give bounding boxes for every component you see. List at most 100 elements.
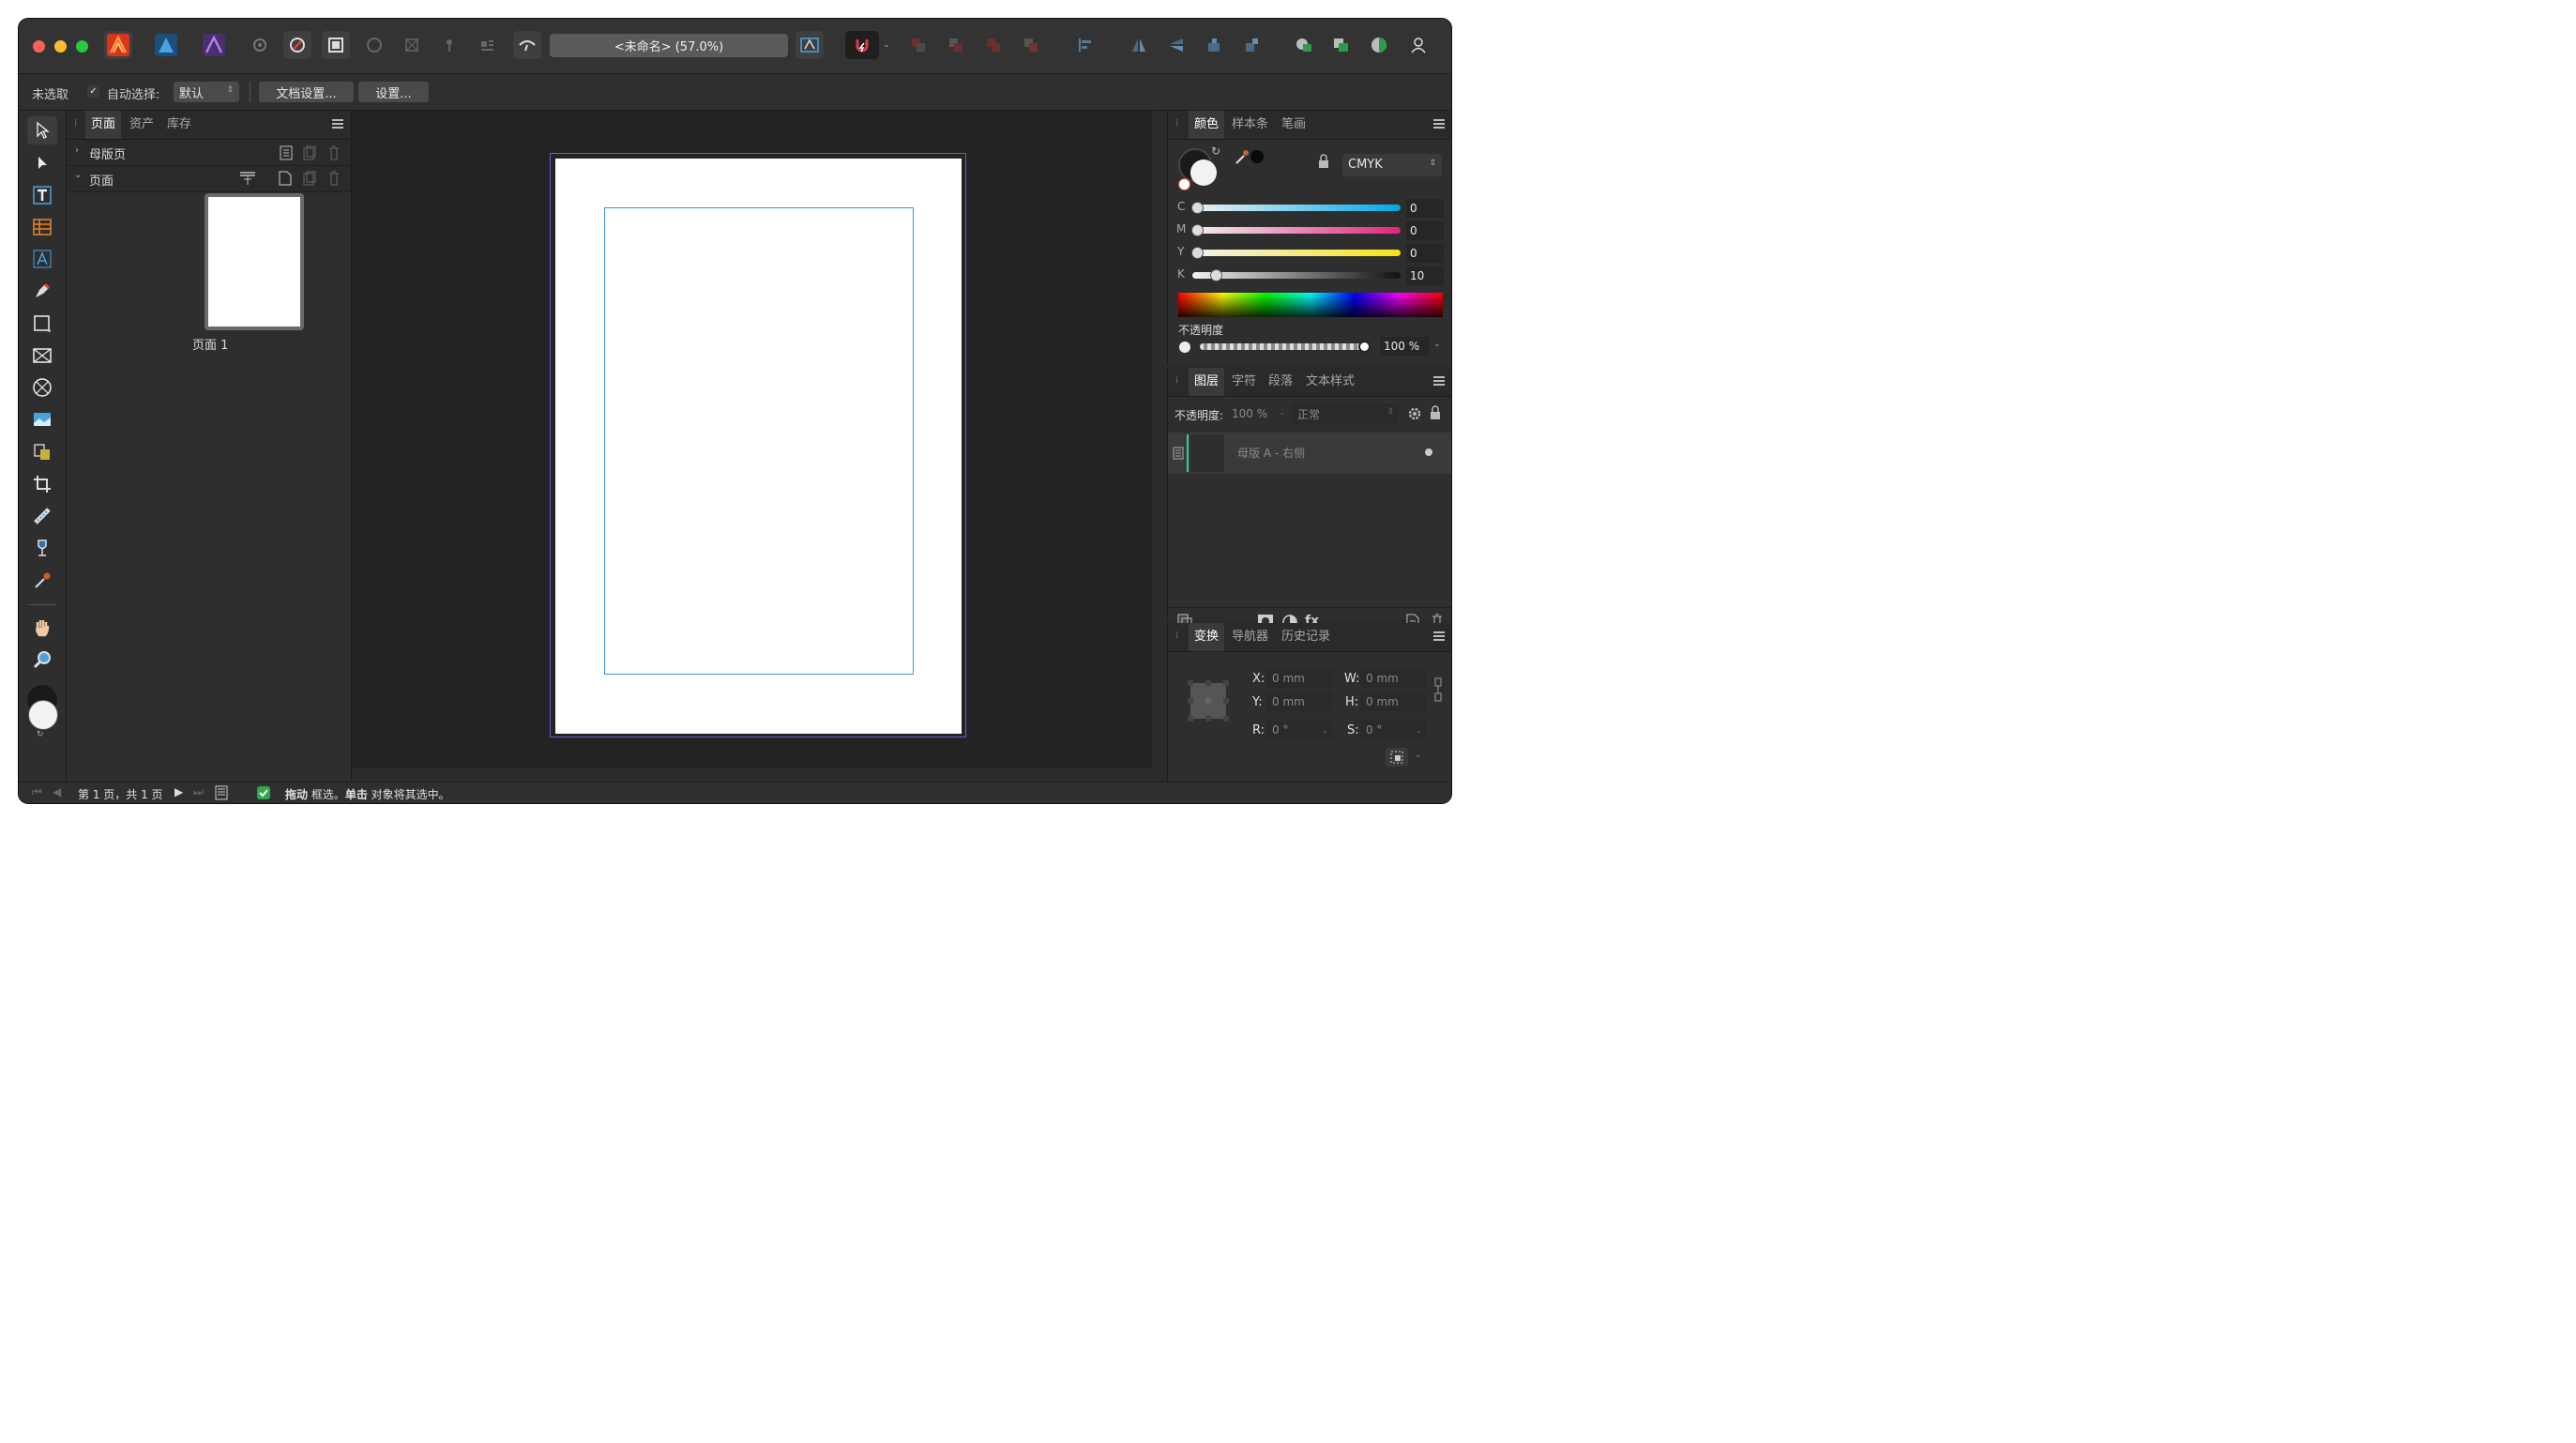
picked-color-swatch[interactable] — [1250, 150, 1264, 163]
order-forward-icon[interactable] — [979, 31, 1008, 59]
layer-opacity-value[interactable]: 100 % — [1232, 407, 1267, 420]
magenta-value[interactable]: 0 — [1406, 221, 1444, 240]
zoom-tool-icon[interactable] — [27, 646, 57, 674]
flip-horizontal-icon[interactable] — [1125, 31, 1153, 59]
snapping-magnet-icon[interactable] — [845, 31, 879, 59]
delete-page-icon[interactable] — [327, 171, 341, 186]
pages-section[interactable]: ⌄ 页面 — [67, 166, 351, 192]
order-backward-icon[interactable] — [942, 31, 970, 59]
r-dropdown-icon[interactable]: ⌄ — [1321, 722, 1328, 740]
close-window-button[interactable] — [33, 40, 45, 53]
pen-tool-icon[interactable] — [27, 277, 57, 305]
node-tool-icon[interactable] — [27, 149, 57, 177]
minimize-window-button[interactable] — [54, 40, 67, 53]
photo-persona-icon[interactable] — [200, 31, 228, 59]
tab-paragraph[interactable]: 段落 — [1263, 368, 1298, 396]
panel-menu-icon[interactable] — [1433, 376, 1445, 386]
magenta-slider-handle[interactable] — [1191, 224, 1204, 236]
layer-row[interactable]: 母版 A - 右侧 — [1168, 433, 1451, 474]
r-field[interactable]: 0 ° ⌄ — [1266, 721, 1332, 739]
panel-menu-icon[interactable] — [1433, 119, 1445, 129]
x-field[interactable]: 0 mm — [1266, 669, 1332, 688]
document-setup-button[interactable]: 文档设置... — [259, 82, 354, 102]
duplicate-master-icon[interactable] — [303, 145, 316, 160]
opacity-slider[interactable] — [1200, 343, 1365, 350]
color-spectrum[interactable] — [1178, 293, 1443, 317]
tab-text-styles[interactable]: 文本样式 — [1300, 368, 1360, 396]
rotate-left-icon[interactable] — [1200, 31, 1228, 59]
page-spread[interactable] — [555, 159, 962, 734]
tab-character[interactable]: 字符 — [1226, 368, 1262, 396]
zoom-window-button[interactable] — [76, 40, 88, 53]
tab-layers[interactable]: 图层 — [1189, 368, 1225, 396]
pin-icon[interactable] — [435, 31, 463, 59]
boolean-intersect-icon[interactable] — [1365, 31, 1393, 59]
yellow-slider-handle[interactable] — [1191, 247, 1204, 259]
tab-stroke[interactable]: 笔画 — [1276, 111, 1311, 139]
opacity-value[interactable]: 100 % — [1380, 337, 1429, 356]
color-model-select[interactable]: CMYK ⇕ — [1342, 154, 1442, 176]
yellow-slider[interactable] — [1192, 250, 1401, 256]
page-spread-icon[interactable] — [215, 785, 228, 800]
last-page-icon[interactable]: ⏭ — [193, 785, 204, 799]
anchor-point-selector[interactable] — [1187, 679, 1230, 722]
tab-history[interactable]: 历史记录 — [1276, 623, 1336, 651]
transform-origin-dropdown-icon[interactable]: ⌄ — [1415, 751, 1422, 760]
duplicate-page-icon[interactable] — [303, 171, 316, 186]
cyan-slider-handle[interactable] — [1191, 202, 1204, 214]
frame-text-tool-icon[interactable] — [27, 181, 57, 209]
document-canvas[interactable] — [352, 111, 1152, 767]
artistic-text-tool-icon[interactable] — [27, 245, 57, 273]
first-page-icon[interactable]: ⏮ — [32, 785, 42, 799]
boolean-add-icon[interactable] — [1290, 31, 1318, 59]
place-image-tool-icon[interactable] — [27, 405, 57, 433]
tab-swatches[interactable]: 样本条 — [1226, 111, 1274, 139]
add-page-icon[interactable] — [279, 171, 292, 186]
opacity-dropdown-icon[interactable]: ⌄ — [1279, 408, 1286, 418]
panel-menu-icon[interactable] — [1433, 631, 1445, 641]
view-mode-icon[interactable] — [322, 31, 350, 59]
order-front-icon[interactable] — [1017, 31, 1045, 59]
black-slider[interactable] — [1192, 272, 1401, 279]
gear-icon[interactable] — [246, 31, 274, 59]
opacity-dropdown-icon[interactable]: ⌄ — [1433, 340, 1441, 349]
swap-colors-icon[interactable]: ↻ — [37, 730, 44, 739]
snapping-dropdown-icon[interactable]: ⌄ — [880, 31, 893, 59]
ellipse-frame-tool-icon[interactable] — [27, 373, 57, 402]
settings-button[interactable]: 设置... — [358, 82, 429, 102]
fill-swatch[interactable] — [1190, 159, 1217, 186]
designer-persona-icon[interactable] — [152, 31, 180, 59]
tab-transform[interactable]: 变换 — [1189, 623, 1225, 651]
order-back-icon[interactable] — [904, 31, 932, 59]
rotate-right-icon[interactable] — [1237, 31, 1265, 59]
tab-assets[interactable]: 资产 — [124, 111, 159, 139]
page-layout-icon[interactable] — [239, 171, 256, 186]
s-dropdown-icon[interactable]: ⌄ — [1415, 722, 1422, 740]
picture-frame-tool-icon[interactable] — [27, 438, 57, 466]
preview-mode-icon[interactable] — [360, 31, 388, 59]
move-tool-icon[interactable] — [27, 116, 57, 144]
black-value[interactable]: 10 — [1406, 266, 1444, 285]
layer-visibility-icon[interactable] — [1425, 448, 1432, 456]
table-tool-icon[interactable] — [27, 213, 57, 241]
cyan-value[interactable]: 0 — [1406, 199, 1444, 218]
boolean-subtract-icon[interactable] — [1327, 31, 1356, 59]
transparency-tool-icon[interactable] — [27, 502, 57, 530]
magenta-slider[interactable] — [1192, 227, 1401, 234]
user-account-icon[interactable] — [1404, 31, 1432, 59]
opacity-slider-handle[interactable] — [1358, 341, 1371, 353]
fill-tool-icon[interactable] — [27, 534, 57, 562]
publisher-persona-icon[interactable] — [104, 31, 132, 59]
lock-icon[interactable] — [1318, 154, 1329, 169]
cyan-slider[interactable] — [1192, 205, 1401, 211]
snapping-icon[interactable] — [283, 31, 311, 59]
flip-vertical-icon[interactable] — [1162, 31, 1190, 59]
text-wrap-icon[interactable] — [473, 31, 501, 59]
transform-origin-button[interactable] — [1386, 748, 1408, 767]
add-master-icon[interactable] — [280, 145, 293, 160]
no-color-icon[interactable] — [1178, 178, 1190, 190]
next-page-icon[interactable]: ▶ — [174, 785, 183, 798]
frame-icon[interactable] — [398, 31, 426, 59]
master-pages-section[interactable]: › 母版页 — [67, 140, 351, 166]
h-field[interactable]: 0 mm — [1360, 692, 1426, 711]
